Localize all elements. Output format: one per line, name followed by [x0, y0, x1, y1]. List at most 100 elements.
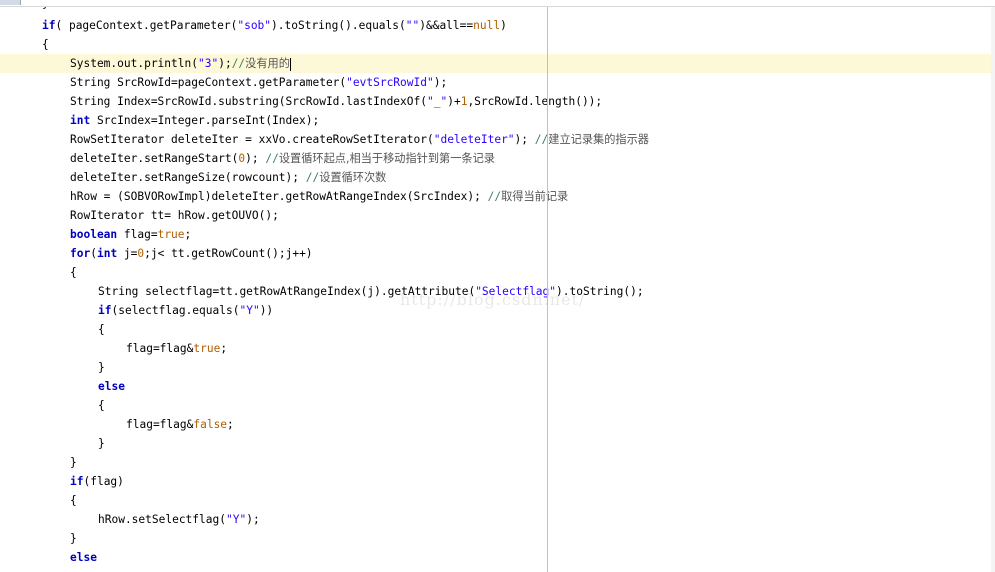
code-text: }	[70, 529, 77, 548]
code-line[interactable]: {	[0, 491, 995, 510]
watermark-text: http://blog.csdn.net/	[400, 290, 586, 309]
code-token: 建立记录集的指示器	[548, 133, 649, 146]
code-token: );	[218, 57, 232, 70]
code-line[interactable]: RowSetIterator deleteIter = xxVo.createR…	[0, 130, 995, 149]
code-token: flag=flag&	[126, 342, 194, 355]
code-token: );	[514, 133, 535, 146]
code-token: (	[90, 247, 97, 260]
code-line-current[interactable]: System.out.println("3");//没有用的	[0, 54, 995, 73]
code-text: String SrcRowId=pageContext.getParameter…	[70, 73, 447, 92]
code-token: flag=flag&	[126, 418, 194, 431]
code-token: true	[157, 228, 185, 241]
code-line[interactable]: if( pageContext.getParameter("sob").toSt…	[0, 16, 995, 35]
code-text: deleteIter.setRangeStart(0); //设置循环起点,相当…	[70, 149, 495, 168]
code-token: ,SrcRowId.length());	[467, 95, 603, 108]
code-line[interactable]: for(int j=0;j< tt.getRowCount();j++)	[0, 244, 995, 263]
code-line[interactable]: String Index=SrcRowId.substring(SrcRowId…	[0, 92, 995, 111]
code-text: for(int j=0;j< tt.getRowCount();j++)	[70, 244, 313, 263]
code-token: false	[193, 418, 228, 431]
code-token: boolean	[70, 228, 118, 241]
code-token: //	[487, 190, 502, 203]
code-token: RowSetIterator deleteIter = xxVo.createR…	[70, 133, 434, 146]
code-token: )	[500, 19, 507, 32]
code-line[interactable]: hRow.setSelectflag("Y");	[0, 510, 995, 529]
code-text: {	[98, 396, 105, 415]
code-token: //	[265, 152, 279, 165]
code-token: if	[98, 304, 112, 317]
code-text: String Index=SrcRowId.substring(SrcRowId…	[70, 92, 602, 111]
code-text: flag=flag&true;	[126, 339, 227, 358]
editor-tab-strip	[0, 0, 995, 7]
code-token: ;	[227, 418, 234, 431]
code-line[interactable]: if(flag)	[0, 472, 995, 491]
code-token: flag=	[117, 228, 158, 241]
code-token: "deleteIter"	[433, 133, 515, 146]
code-text: }	[98, 434, 105, 453]
code-text: RowIterator tt= hRow.getOUVO();	[70, 206, 279, 225]
code-line[interactable]: int SrcIndex=Integer.parseInt(Index);	[0, 111, 995, 130]
code-token: }	[98, 361, 105, 374]
code-token: for	[70, 247, 91, 260]
code-token: )+	[447, 95, 461, 108]
code-text: if(flag)	[70, 472, 124, 491]
code-line[interactable]: else	[0, 548, 995, 567]
code-text: hRow = (SOBVORowImpl)deleteIter.getRowAt…	[70, 187, 568, 206]
code-token: "3"	[197, 57, 219, 70]
code-token: ;	[184, 228, 192, 241]
code-token: deleteIter.setRangeStart(	[70, 152, 239, 165]
code-text: }	[70, 453, 77, 472]
code-line-partial: }	[0, 7, 995, 13]
code-text: }	[98, 358, 105, 377]
text-caret	[289, 57, 291, 71]
code-token: }	[70, 532, 77, 545]
code-token: if	[70, 475, 84, 488]
code-text: else	[70, 548, 97, 567]
code-line[interactable]: {	[0, 320, 995, 339]
code-line[interactable]: }	[0, 529, 995, 548]
code-line[interactable]: }	[0, 358, 995, 377]
code-token: ))	[259, 304, 274, 317]
code-line[interactable]: }	[0, 453, 995, 472]
editor-tab[interactable]	[0, 0, 21, 5]
code-line[interactable]: boolean flag=true;	[0, 225, 995, 244]
code-text: deleteIter.setRangeSize(rowcount); //设置循…	[70, 168, 386, 187]
code-token: ).toString().equals(	[271, 19, 406, 32]
code-token: {	[98, 399, 105, 412]
code-token: 设置循环起点,相当于移动指针到第一条记录	[278, 152, 495, 165]
code-token: SrcIndex=Integer.parseInt(Index);	[90, 114, 320, 127]
code-token: else	[98, 380, 125, 393]
code-line[interactable]: flag=flag&true;	[0, 339, 995, 358]
code-line[interactable]: hRow = (SOBVORowImpl)deleteIter.getRowAt…	[0, 187, 995, 206]
code-text: {	[70, 491, 77, 510]
code-token: "_"	[426, 95, 448, 108]
code-line[interactable]: {	[0, 263, 995, 282]
code-text: flag=flag&false;	[126, 415, 234, 434]
code-line[interactable]: {	[0, 35, 995, 54]
code-token: if	[42, 19, 56, 32]
code-token: //	[305, 171, 320, 184]
code-text: {	[42, 35, 49, 54]
code-token: )&&all==	[419, 19, 474, 32]
code-line[interactable]: RowIterator tt= hRow.getOUVO();	[0, 206, 995, 225]
code-token: hRow = (SOBVORowImpl)deleteIter.getRowAt…	[70, 190, 488, 203]
code-line[interactable]: else	[0, 377, 995, 396]
vertical-scrollbar[interactable]	[991, 7, 995, 572]
code-token: ( pageContext.getParameter(	[55, 19, 238, 32]
code-token: //	[231, 57, 246, 70]
code-text: int SrcIndex=Integer.parseInt(Index);	[70, 111, 319, 130]
code-token: j=	[117, 247, 138, 260]
code-token: else	[70, 551, 97, 564]
code-text: {	[70, 263, 77, 282]
code-editor[interactable]: } if( pageContext.getParameter("sob").to…	[0, 7, 995, 572]
code-line[interactable]: flag=flag&false;	[0, 415, 995, 434]
code-line[interactable]: String SrcRowId=pageContext.getParameter…	[0, 73, 995, 92]
code-token: 设置循环次数	[319, 171, 387, 184]
code-line[interactable]: deleteIter.setRangeStart(0); //设置循环起点,相当…	[0, 149, 995, 168]
code-token: );	[245, 152, 266, 165]
code-token: ;	[220, 342, 228, 355]
code-token: {	[70, 266, 77, 279]
code-text: if( pageContext.getParameter("sob").toSt…	[42, 16, 507, 35]
code-line[interactable]: }	[0, 434, 995, 453]
code-line[interactable]: {	[0, 396, 995, 415]
code-line[interactable]: deleteIter.setRangeSize(rowcount); //设置循…	[0, 168, 995, 187]
